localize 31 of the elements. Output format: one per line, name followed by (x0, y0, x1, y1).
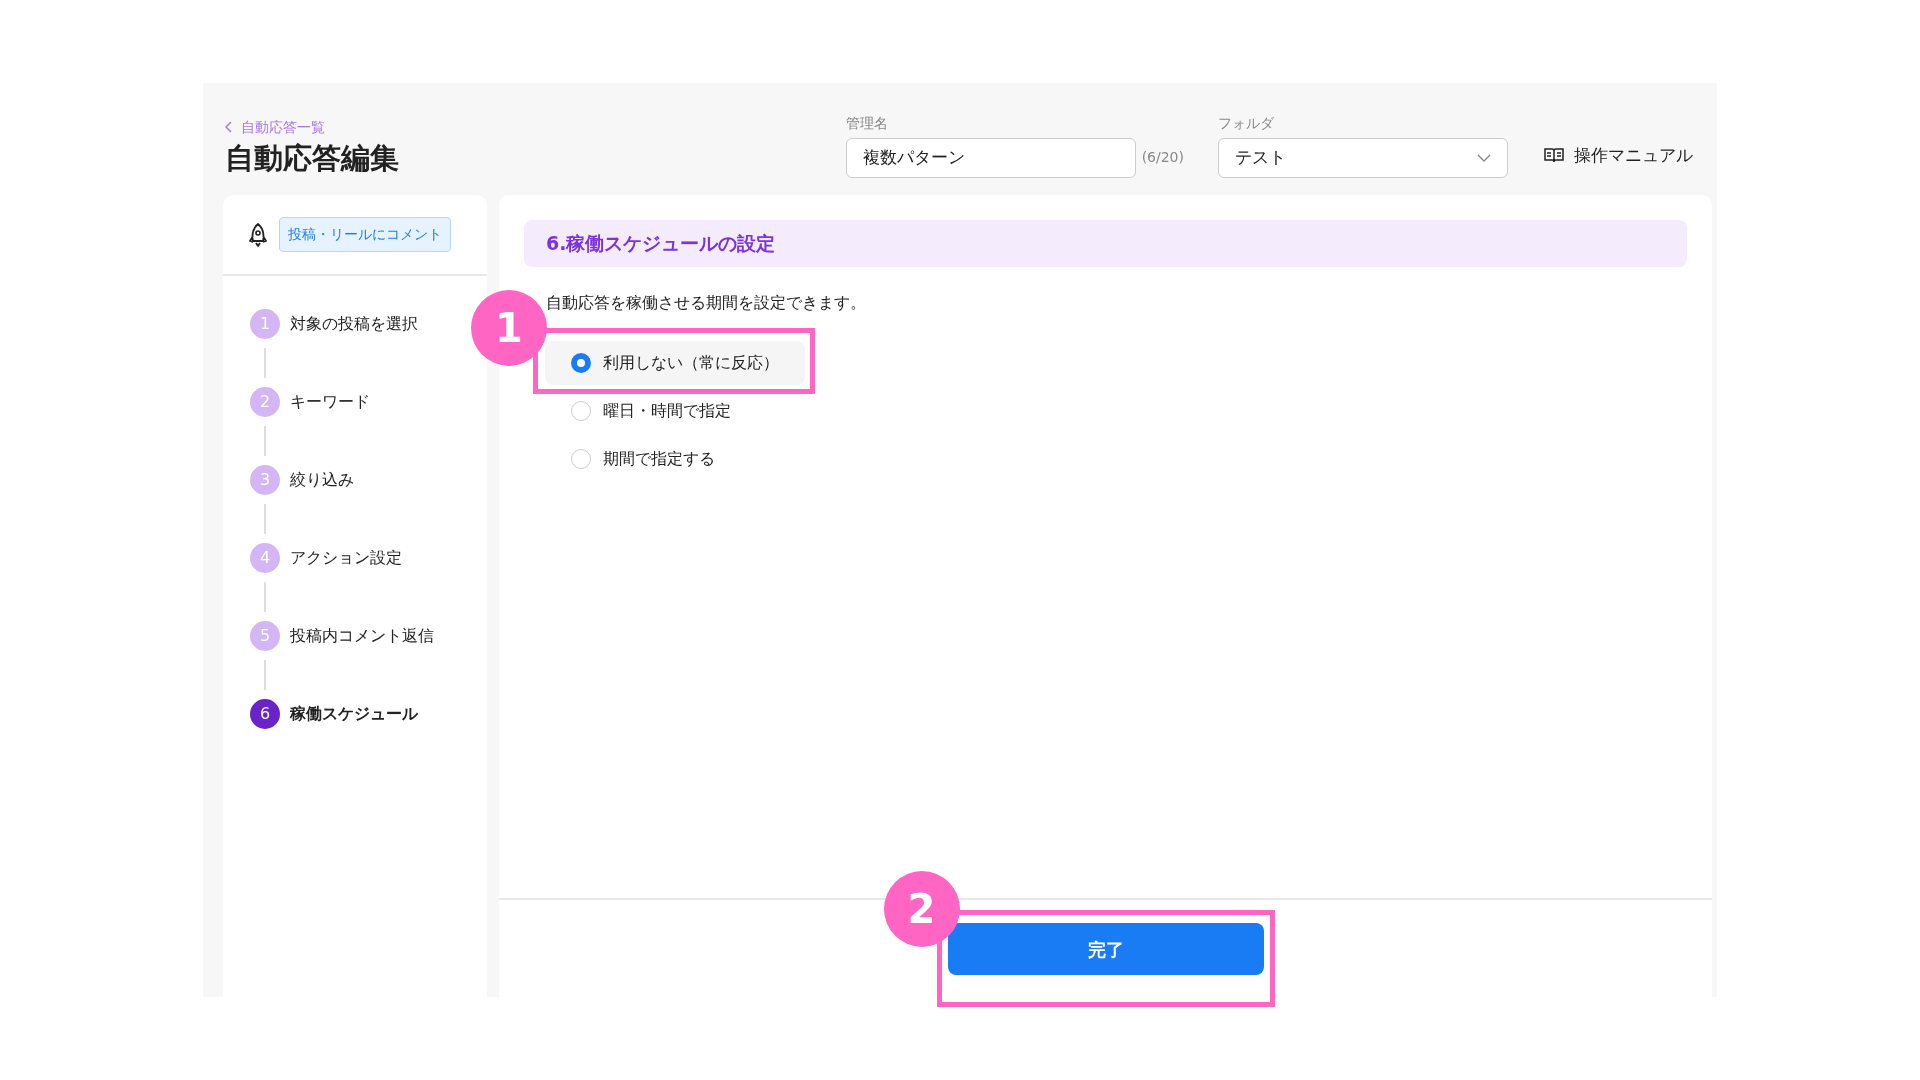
complete-button[interactable]: 完了 (947, 923, 1264, 975)
chevron-down-icon (1477, 154, 1491, 162)
field-label: 管理名 (845, 114, 889, 133)
chevron-left-icon (225, 121, 233, 134)
radio-option[interactable]: 期間で指定する (545, 437, 741, 481)
radio-option[interactable]: 利用しない（常に反応） (545, 341, 805, 385)
radio-option[interactable]: 曜日・時間で指定 (545, 389, 757, 433)
step-label[interactable]: アクション設定 (290, 546, 402, 570)
page-title: 自動応答編集 (225, 140, 400, 178)
step-number: 1 (250, 309, 280, 339)
callout-number: 2 (883, 871, 960, 947)
step-label[interactable]: 絞り込み (290, 468, 354, 492)
step-number: 4 (250, 543, 280, 573)
step-label[interactable]: キーワード (290, 390, 370, 414)
folder-select[interactable]: テスト (1218, 138, 1508, 178)
book-icon (1544, 147, 1564, 164)
step-number: 3 (250, 465, 280, 495)
rocket-icon (247, 221, 269, 248)
section-description: 自動応答を稼働させる期間を設定できます。 (546, 292, 867, 314)
manual-link[interactable]: 操作マニュアル (1574, 142, 1693, 168)
trigger-tag: 投稿・リールにコメント (279, 217, 451, 252)
step-number: 6 (250, 699, 280, 729)
section-header: 6.稼働スケジュールの設定 (524, 220, 1687, 267)
step-label[interactable]: 対象の投稿を選択 (290, 312, 418, 336)
step-label[interactable]: 稼働スケジュール (290, 702, 418, 726)
name-input[interactable]: 複数パターン (845, 138, 1136, 178)
step-label[interactable]: 投稿内コメント返信 (290, 624, 434, 648)
step-number: 5 (250, 621, 280, 651)
step-number: 2 (250, 387, 280, 417)
field-label: フォルダ (1218, 114, 1275, 133)
character-counter: (6/20) (1141, 148, 1184, 167)
